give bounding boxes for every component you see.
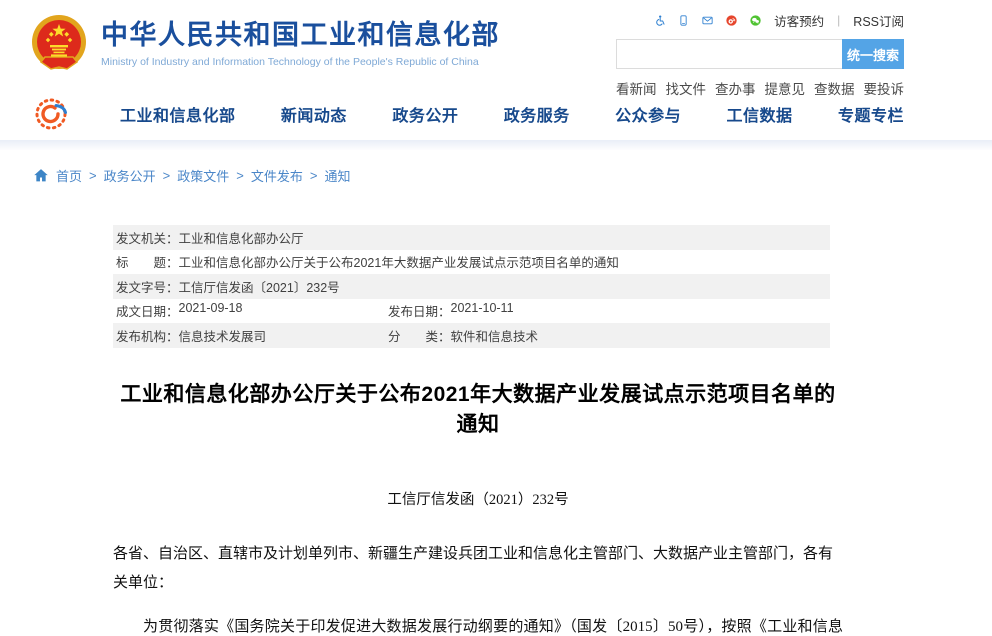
quick-link-documents[interactable]: 找文件 <box>666 78 707 98</box>
quick-link-data[interactable]: 查数据 <box>814 78 855 98</box>
breadcrumb: 首页 > 政务公开 > 政策文件 > 文件发布 > 通知 <box>33 166 992 185</box>
document-area: 发文机关：工业和信息化部办公厅 标 题：工业和信息化部办公厅关于公布2021年大… <box>113 225 843 636</box>
wechat-icon[interactable] <box>750 11 761 30</box>
breadcrumb-separator: > <box>236 168 244 183</box>
header-tools: 访客预约 | RSS订阅 统一搜索 看新闻 找文件 查办事 提意见 查数据 要投… <box>616 8 904 98</box>
breadcrumb-separator: > <box>310 168 318 183</box>
header-divider: | <box>837 13 840 27</box>
meta-row-title: 标 题：工业和信息化部办公厅关于公布2021年大数据产业发展试点示范项目名单的通… <box>113 250 830 275</box>
quick-link-news[interactable]: 看新闻 <box>616 78 657 98</box>
site-header: 中华人民共和国工业和信息化部 Ministry of Industry and … <box>0 0 992 88</box>
quick-links: 看新闻 找文件 查办事 提意见 查数据 要投诉 <box>616 78 904 98</box>
quick-link-complaint[interactable]: 要投诉 <box>864 78 905 98</box>
document-salutation: 各省、自治区、直辖市及计划单列市、新疆生产建设兵团工业和信息化主管部门、大数据产… <box>113 540 843 598</box>
site-title: 中华人民共和国工业和信息化部 <box>101 20 500 51</box>
meta-value: 工信厅信发函〔2021〕232号 <box>179 277 340 296</box>
breadcrumb-separator: > <box>89 168 97 183</box>
meta-row-doc-number: 发文字号：工信厅信发函〔2021〕232号 <box>113 274 830 299</box>
meta-label: 分 类： <box>388 326 451 345</box>
national-emblem-icon <box>31 14 87 74</box>
meta-value: 软件和信息技术 <box>451 326 539 345</box>
document-title: 工业和信息化部办公厅关于公布2021年大数据产业发展试点示范项目名单的通知 <box>113 378 843 438</box>
meta-row-issuing-organ: 发文机关：工业和信息化部办公厅 <box>113 225 830 250</box>
meta-row-dates: 成文日期：2021-09-18 发布日期：2021-10-11 <box>113 299 830 324</box>
nav-item-miit[interactable]: 工业和信息化部 <box>120 102 236 126</box>
mobile-icon[interactable] <box>678 11 689 30</box>
accessibility-icon[interactable] <box>654 11 665 30</box>
meta-value: 2021-09-18 <box>179 301 243 320</box>
quick-link-feedback[interactable]: 提意见 <box>765 78 806 98</box>
meta-value: 工业和信息化部办公厅关于公布2021年大数据产业发展试点示范项目名单的通知 <box>179 252 619 271</box>
weibo-icon[interactable] <box>726 11 737 30</box>
meta-label: 发布机构： <box>116 326 179 345</box>
meta-label: 发文机关： <box>116 228 179 247</box>
mail-icon[interactable] <box>702 11 713 30</box>
home-icon[interactable] <box>33 168 49 183</box>
quick-link-services[interactable]: 查办事 <box>715 78 756 98</box>
site-logo[interactable]: 中华人民共和国工业和信息化部 Ministry of Industry and … <box>31 14 500 74</box>
meta-label: 成文日期： <box>116 301 179 320</box>
site-subtitle: Ministry of Industry and Information Tec… <box>101 56 500 68</box>
meta-value: 信息技术发展司 <box>179 326 267 345</box>
nav-item-data[interactable]: 工信数据 <box>727 102 793 126</box>
breadcrumb-file-release[interactable]: 文件发布 <box>251 166 303 185</box>
nav-item-gov-open[interactable]: 政务公开 <box>392 102 458 126</box>
visitor-appointment-link[interactable]: 访客预约 <box>774 11 824 30</box>
meta-value: 工业和信息化部办公厅 <box>179 228 304 247</box>
nav-shadow <box>0 140 992 150</box>
meta-label: 发文字号： <box>116 277 179 296</box>
document-number: 工信厅信发函（2021）232号 <box>113 488 843 509</box>
search-button[interactable]: 统一搜索 <box>842 39 904 69</box>
document-meta-table: 发文机关：工业和信息化部办公厅 标 题：工业和信息化部办公厅关于公布2021年大… <box>113 225 830 348</box>
document-paragraph: 为贯彻落实《国务院关于印发促进大数据发展行动纲要的通知》（国发〔2015〕50号… <box>113 613 843 636</box>
breadcrumb-separator: > <box>163 168 171 183</box>
search-input[interactable] <box>616 39 842 69</box>
meta-label: 标 题： <box>116 252 179 271</box>
nav-item-topics[interactable]: 专题专栏 <box>838 102 904 126</box>
breadcrumb-home[interactable]: 首页 <box>56 166 82 185</box>
meta-row-publisher-category: 发布机构：信息技术发展司 分 类：软件和信息技术 <box>113 323 830 348</box>
nav-item-participation[interactable]: 公众参与 <box>615 102 681 126</box>
meta-label: 发布日期： <box>388 301 451 320</box>
breadcrumb-gov-open[interactable]: 政务公开 <box>104 166 156 185</box>
breadcrumb-policy-files[interactable]: 政策文件 <box>177 166 229 185</box>
nav-item-gov-services[interactable]: 政务服务 <box>504 102 570 126</box>
breadcrumb-notice[interactable]: 通知 <box>324 166 350 185</box>
meta-value: 2021-10-11 <box>451 301 514 320</box>
miit-gear-icon[interactable] <box>33 96 73 132</box>
rss-link[interactable]: RSS订阅 <box>853 11 904 30</box>
nav-item-news[interactable]: 新闻动态 <box>281 102 347 126</box>
